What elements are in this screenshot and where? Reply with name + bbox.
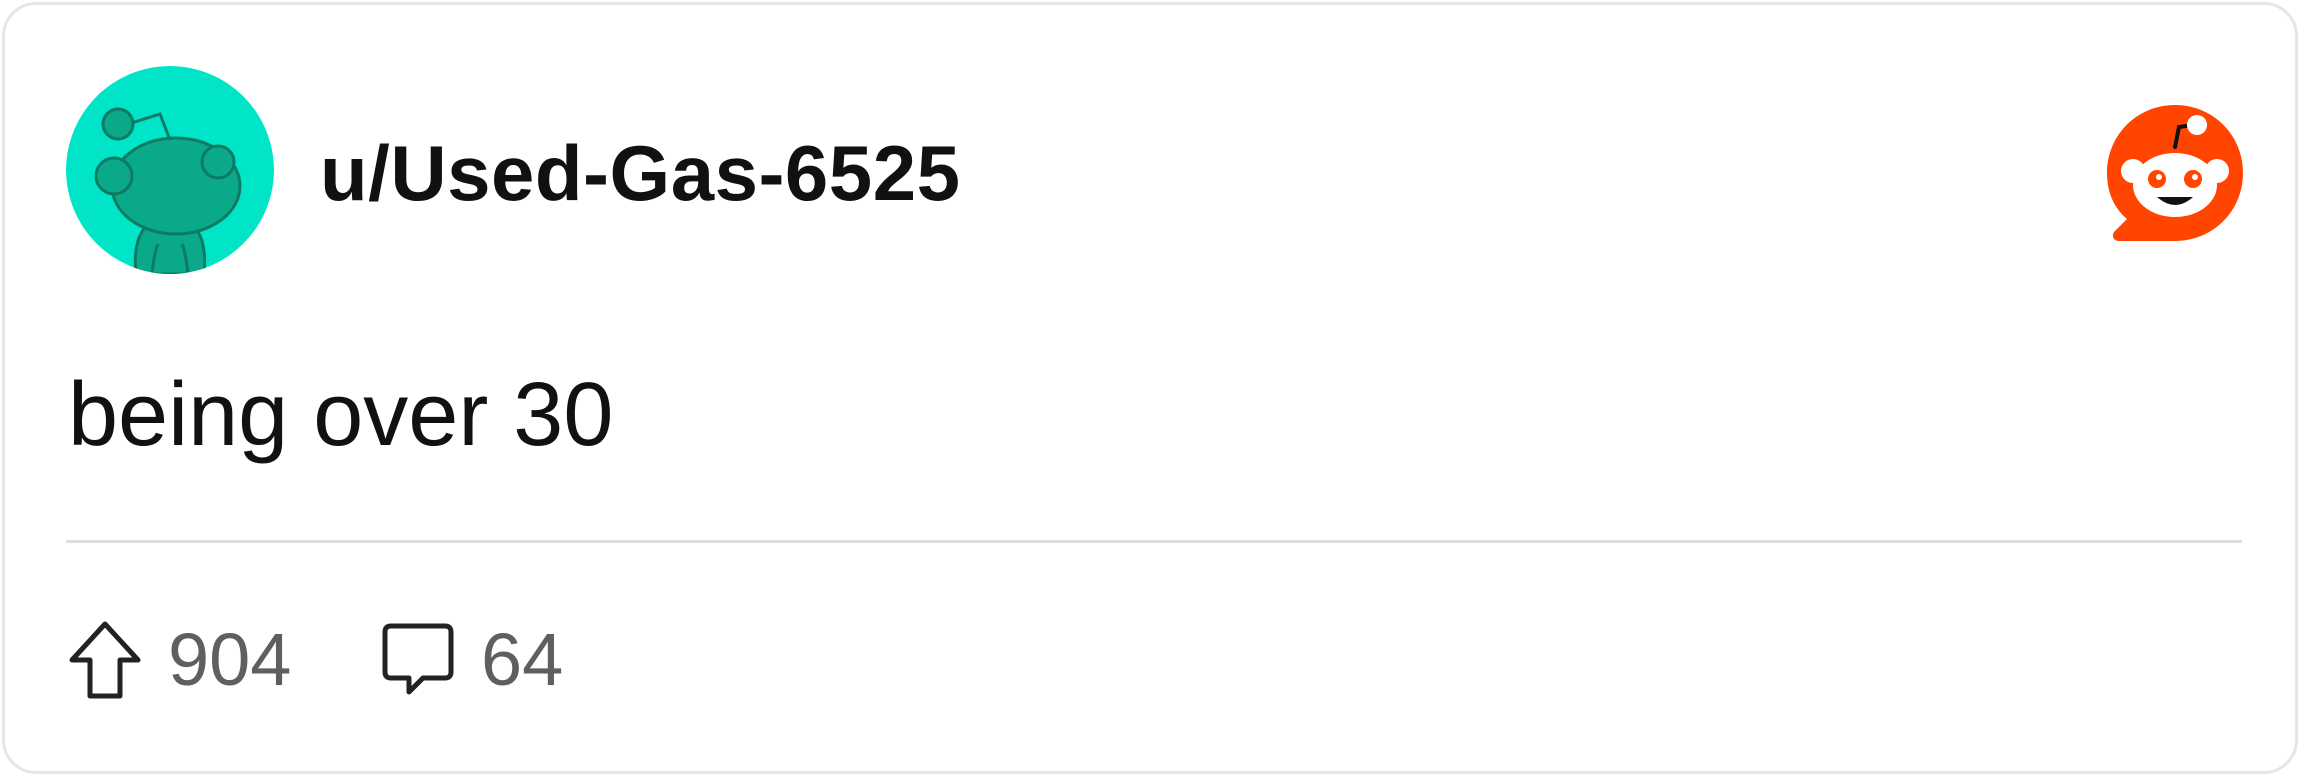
upvote-count: 904	[168, 618, 292, 701]
comments-button[interactable]: 64	[381, 620, 563, 700]
comment-count: 64	[481, 618, 564, 701]
divider	[66, 540, 2242, 543]
snoo-avatar-icon[interactable]	[66, 66, 274, 274]
comment-bubble-icon[interactable]	[381, 620, 455, 700]
username-label[interactable]: u/Used-Gas-6525	[320, 125, 960, 221]
reddit-logo-icon	[2101, 101, 2249, 249]
post-title[interactable]: being over 30	[68, 355, 613, 475]
upvote-arrow-icon[interactable]	[68, 620, 142, 700]
post-card[interactable]: u/Used-Gas-6525 being over 30 904 64	[2, 2, 2298, 774]
upvote-button[interactable]: 904	[68, 620, 291, 700]
